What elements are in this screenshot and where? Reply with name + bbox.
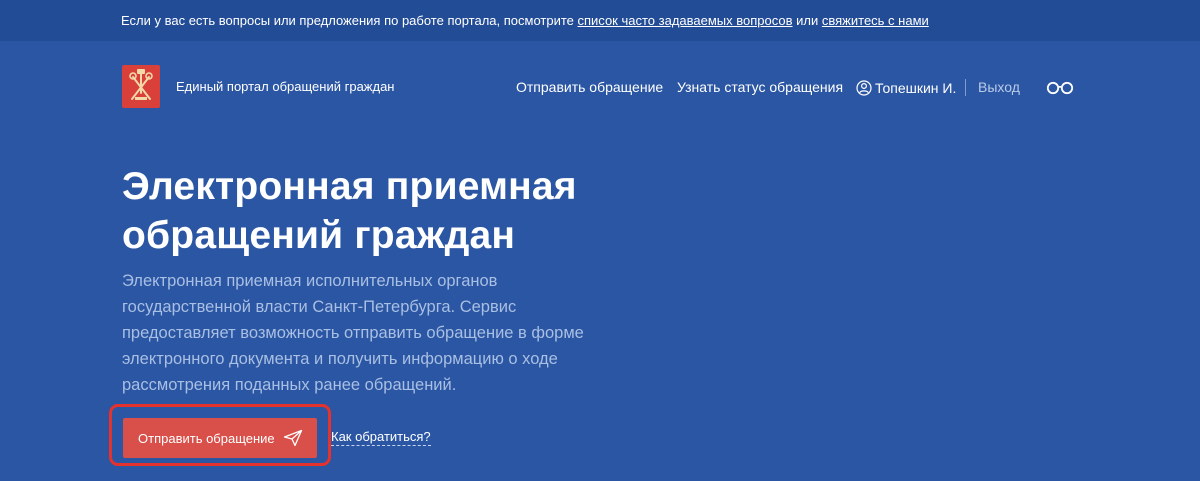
page-title-line-2: обращений граждан [122,214,516,257]
top-info-bar: Если у вас есть вопросы или предложения … [0,0,1200,41]
how-to-apply-link[interactable]: Как обратиться? [331,429,431,446]
page-title: Электронная приемная обращений граждан [122,162,682,260]
user-icon [856,80,872,96]
header-divider [965,79,966,96]
hero-description: Электронная приемная исполнительных орга… [122,272,584,394]
send-appeal-button[interactable]: Отправить обращение [123,418,317,458]
send-appeal-button-label: Отправить обращение [138,430,275,446]
faq-link[interactable]: список часто задаваемых вопросов [578,13,793,28]
page-title-line-1: Электронная приемная [122,165,577,208]
topbar-text-middle: или [792,13,822,28]
user-profile[interactable]: Топешкин И. [856,78,956,98]
nav-check-status[interactable]: Узнать статус обращения [677,79,843,95]
spb-coat-of-arms-icon[interactable] [122,65,160,108]
portal-name[interactable]: Единый портал обращений граждан [176,79,395,94]
logout-link[interactable]: Выход [978,79,1020,95]
contact-link[interactable]: свяжитесь с нами [822,13,929,28]
topbar-text-before: Если у вас есть вопросы или предложения … [121,13,578,28]
paper-plane-icon [283,429,303,447]
nav-send-appeal[interactable]: Отправить обращение [516,79,663,95]
glasses-icon[interactable] [1046,81,1074,95]
user-name: Топешкин И. [875,80,957,96]
